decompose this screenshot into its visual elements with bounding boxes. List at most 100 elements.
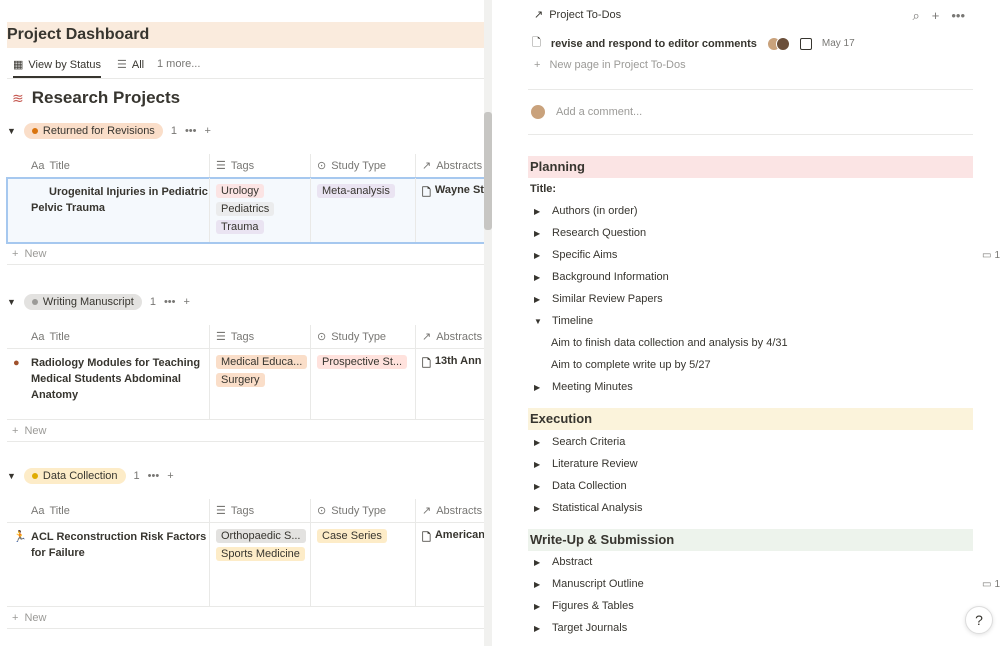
comment-icon: ▭ — [981, 250, 992, 261]
more-icon[interactable]: ••• — [185, 125, 197, 137]
collapse-triangle-icon[interactable]: ▼ — [7, 126, 16, 136]
help-button[interactable]: ? — [965, 606, 993, 634]
add-icon[interactable]: + — [205, 125, 211, 137]
more-icon[interactable]: ••• — [951, 8, 965, 24]
column-title[interactable]: Aa Title — [7, 325, 209, 348]
row-tags[interactable]: Medical Educa... Surgery — [209, 349, 310, 419]
tab-more[interactable]: 1 more... — [157, 58, 200, 70]
row-title[interactable]: Urogenital Injuries in Pediatric Pelvic … — [7, 178, 209, 242]
row-abstract[interactable]: 🗋 American — [415, 523, 487, 606]
toggle-triangle-down-icon[interactable]: ▼ — [534, 317, 544, 326]
column-abstracts[interactable]: ↗ Abstracts — [415, 499, 487, 522]
column-abstracts[interactable]: ↗ Abstracts — [415, 325, 487, 348]
group-count: 1 — [170, 125, 177, 137]
column-label: Title — [49, 330, 70, 343]
new-row-button[interactable]: + New — [7, 243, 487, 265]
toggle-item[interactable]: ▶ Meeting Minutes — [534, 381, 633, 393]
toggle-triangle-icon[interactable]: ▶ — [534, 558, 544, 567]
toggle-triangle-icon[interactable]: ▶ — [534, 482, 544, 491]
toggle-triangle-icon[interactable]: ▶ — [534, 295, 544, 304]
new-row-button[interactable]: + New — [7, 420, 487, 442]
column-tags[interactable]: ☰ Tags — [209, 325, 310, 348]
row-title[interactable]: ● Radiology Modules for Teaching Medical … — [7, 349, 209, 419]
toggle-item[interactable]: ▶ Statistical Analysis — [534, 502, 642, 514]
toggle-triangle-icon[interactable]: ▶ — [534, 229, 544, 238]
assignee-avatars[interactable] — [766, 36, 790, 51]
column-study-type[interactable]: ⊙ Study Type — [310, 325, 415, 348]
toggle-item[interactable]: ▶ Search Criteria — [534, 436, 625, 448]
divider — [528, 89, 973, 90]
toggle-item[interactable]: ▶ Literature Review — [534, 458, 638, 470]
column-abstracts[interactable]: ↗ Abstracts — [415, 154, 487, 177]
list-icon: ☰ — [216, 331, 226, 343]
toggle-label: Data Collection — [552, 480, 627, 492]
table-row[interactable]: Urogenital Injuries in Pediatric Pelvic … — [6, 177, 487, 244]
toggle-item[interactable]: ▶ Specific Aims — [534, 249, 617, 261]
scrollbar-thumb[interactable] — [484, 112, 492, 230]
column-tags[interactable]: ☰ Tags — [209, 154, 310, 177]
status-badge[interactable]: Returned for Revisions — [23, 123, 163, 139]
tab-all[interactable]: ☰ All — [117, 58, 144, 72]
toggle-triangle-icon[interactable]: ▶ — [534, 624, 544, 633]
collapse-triangle-icon[interactable]: ▼ — [7, 471, 16, 481]
toggle-label: Timeline — [552, 315, 594, 327]
top-actions: ⌕ + ••• — [912, 8, 965, 24]
new-row-button[interactable]: + New — [7, 607, 487, 629]
row-study-type[interactable]: Prospective St... — [310, 349, 415, 419]
row-study-type[interactable]: Case Series — [310, 523, 415, 606]
toggle-triangle-icon[interactable]: ▶ — [534, 602, 544, 611]
scrollbar-track[interactable] — [484, 0, 492, 646]
row-tags[interactable]: Urology Pediatrics Trauma — [209, 178, 310, 242]
toggle-item[interactable]: ▶ Figures & Tables — [534, 600, 634, 612]
row-title[interactable]: 🏃 ACL Reconstruction Risk Factors for Fai… — [7, 523, 209, 606]
toggle-item[interactable]: ▶ Target Journals — [534, 622, 627, 634]
toggle-item[interactable]: ▶ Background Information — [534, 271, 669, 283]
row-study-type[interactable]: Meta-analysis — [310, 178, 415, 242]
comment-count-badge[interactable]: ▭ 1 — [982, 579, 1000, 590]
toggle-item[interactable]: ▼ Timeline — [534, 315, 593, 327]
comment-placeholder[interactable]: Add a comment... — [556, 106, 642, 118]
add-icon[interactable]: + — [167, 470, 173, 482]
toggle-item[interactable]: ▶ Abstract — [534, 556, 592, 568]
row-tags[interactable]: Orthopaedic S... Sports Medicine — [209, 523, 310, 606]
collapse-triangle-icon[interactable]: ▼ — [7, 297, 16, 307]
status-badge[interactable]: Writing Manuscript — [23, 294, 142, 310]
row-abstract[interactable]: 🗋 Wayne St — [415, 178, 487, 242]
column-study-type[interactable]: ⊙ Study Type — [310, 499, 415, 522]
toggle-item[interactable]: ▶ Similar Review Papers — [534, 293, 663, 305]
column-title[interactable]: Aa Title — [7, 154, 209, 177]
breadcrumb[interactable]: ↗ Project To-Dos — [534, 8, 621, 22]
comment-box[interactable]: Add a comment... — [530, 104, 642, 120]
table-row[interactable]: ● Radiology Modules for Teaching Medical … — [7, 349, 487, 420]
row-abstract[interactable]: 🗋 13th Ann — [415, 349, 487, 419]
toggle-triangle-icon[interactable]: ▶ — [534, 251, 544, 260]
database-title-text: Research Projects — [31, 88, 181, 107]
toggle-triangle-icon[interactable]: ▶ — [534, 504, 544, 513]
todo-checkbox[interactable] — [799, 37, 812, 50]
todo-name[interactable]: revise and respond to editor comments — [551, 38, 757, 50]
toggle-item[interactable]: ▶ Data Collection — [534, 480, 627, 492]
todo-item[interactable]: 🗋 revise and respond to editor comments … — [532, 34, 855, 53]
new-page-button[interactable]: + New page in Project To-Dos — [534, 59, 686, 71]
toggle-triangle-icon[interactable]: ▶ — [534, 383, 544, 392]
toggle-triangle-icon[interactable]: ▶ — [534, 273, 544, 282]
column-study-type[interactable]: ⊙ Study Type — [310, 154, 415, 177]
more-icon[interactable]: ••• — [164, 296, 176, 308]
column-title[interactable]: Aa Title — [7, 499, 209, 522]
toggle-item[interactable]: ▶ Research Question — [534, 227, 646, 239]
comment-count-badge[interactable]: ▭ 1 — [982, 250, 1000, 261]
table-row[interactable]: 🏃 ACL Reconstruction Risk Factors for Fai… — [7, 523, 487, 607]
plus-icon[interactable]: + — [932, 8, 940, 24]
toggle-triangle-icon[interactable]: ▶ — [534, 580, 544, 589]
toggle-item[interactable]: ▶ Authors (in order) — [534, 205, 638, 217]
add-icon[interactable]: + — [184, 296, 190, 308]
status-badge[interactable]: Data Collection — [23, 468, 126, 484]
toggle-triangle-icon[interactable]: ▶ — [534, 207, 544, 216]
tab-view-by-status[interactable]: ▦ View by Status — [13, 58, 101, 78]
column-tags[interactable]: ☰ Tags — [209, 499, 310, 522]
toggle-item[interactable]: ▶ Manuscript Outline — [534, 578, 644, 590]
toggle-triangle-icon[interactable]: ▶ — [534, 438, 544, 447]
search-icon[interactable]: ⌕ — [912, 8, 919, 24]
toggle-triangle-icon[interactable]: ▶ — [534, 460, 544, 469]
more-icon[interactable]: ••• — [148, 470, 160, 482]
